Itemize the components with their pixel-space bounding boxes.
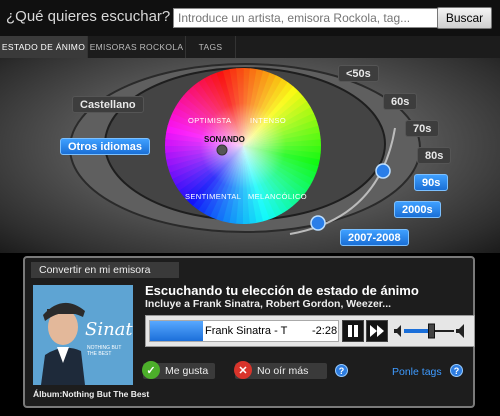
volume-high-icon	[456, 324, 464, 338]
era-90s[interactable]: 90s	[414, 174, 449, 191]
volume-low-icon	[394, 325, 401, 337]
help-icon-tags[interactable]: ?	[450, 364, 463, 377]
language-castellano[interactable]: Castellano	[72, 96, 144, 113]
player-controls: Frank Sinatra - T -2:28	[145, 315, 475, 347]
search-input[interactable]	[173, 8, 451, 28]
player-panel: Convertir en mi emisora Sinatra NOTHING …	[23, 256, 475, 408]
mood-optimista: OPTIMISTA	[188, 116, 232, 125]
mood-melancolico: MELANCÓLICO	[248, 192, 307, 201]
era-2007-2008[interactable]: 2007-2008	[340, 229, 409, 246]
like-button[interactable]: ✓ Me gusta	[142, 361, 215, 379]
tab-bar: ESTADO DE ÁNIMO EMISORAS ROCKOLA TAGS	[0, 36, 500, 58]
no-more-label: No oír más	[257, 365, 309, 377]
like-label: Me gusta	[165, 365, 209, 377]
wheel-pointer[interactable]	[216, 144, 228, 156]
era-70s[interactable]: 70s	[405, 120, 440, 137]
era-slider-handle-top[interactable]	[375, 163, 391, 179]
no-more-button[interactable]: ✕ No oír más	[234, 361, 327, 379]
convert-station-button[interactable]: Convertir en mi emisora	[31, 262, 179, 278]
era-2000s[interactable]: 2000s	[394, 201, 441, 218]
now-playing-title: Escuchando tu elección de estado de ánim…	[145, 283, 419, 298]
pause-button[interactable]	[342, 320, 364, 342]
album-name: Álbum:Nothing But The Best	[33, 389, 150, 399]
album-cover: Sinatra NOTHING BUT THE BEST	[33, 285, 133, 385]
tab-estado-de-animo[interactable]: ESTADO DE ÁNIMO	[0, 36, 88, 58]
search-question: ¿Qué quieres escuchar?	[6, 8, 171, 25]
era-80s[interactable]: 80s	[417, 147, 452, 164]
progress-fill	[150, 321, 203, 341]
skip-button[interactable]	[366, 320, 388, 342]
era-before-50s[interactable]: <50s	[338, 65, 379, 82]
tab-tags[interactable]: TAGS	[186, 36, 236, 58]
top-bar: ¿Qué quieres escuchar? Buscar	[0, 0, 500, 36]
volume-knob[interactable]	[428, 323, 435, 339]
mood-sentimental: SENTIMENTAL	[185, 192, 242, 201]
volume-control[interactable]	[392, 322, 468, 340]
volume-graphics	[394, 323, 464, 339]
help-icon[interactable]: ?	[335, 364, 348, 377]
track-title: Frank Sinatra - T	[205, 325, 288, 337]
era-slider-handle-bottom[interactable]	[310, 215, 326, 231]
add-tags-link[interactable]: Ponle tags	[392, 366, 442, 378]
language-otros-idiomas[interactable]: Otros idiomas	[60, 138, 150, 155]
cover-subtitle: NOTHING BUT THE BEST	[87, 345, 122, 357]
cover-title: Sinatra	[85, 319, 133, 340]
progress-bar[interactable]: Frank Sinatra - T -2:28	[149, 320, 339, 342]
pause-icon	[348, 325, 358, 337]
era-60s[interactable]: 60s	[383, 93, 418, 110]
search-button[interactable]: Buscar	[437, 7, 492, 29]
track-time: -2:28	[312, 325, 338, 337]
tab-emisoras-rockola[interactable]: EMISORAS ROCKOLA	[88, 36, 186, 58]
now-playing-artists: Incluye a Frank Sinatra, Robert Gordon, …	[145, 298, 392, 310]
check-icon: ✓	[142, 361, 160, 379]
mood-stage: Castellano Otros idiomas OPTIMISTA INTEN…	[0, 58, 500, 253]
mood-sonando: SONANDO	[204, 135, 245, 144]
close-icon: ✕	[234, 361, 252, 379]
skip-icon	[370, 325, 384, 337]
mood-intenso: INTENSO	[250, 116, 287, 125]
